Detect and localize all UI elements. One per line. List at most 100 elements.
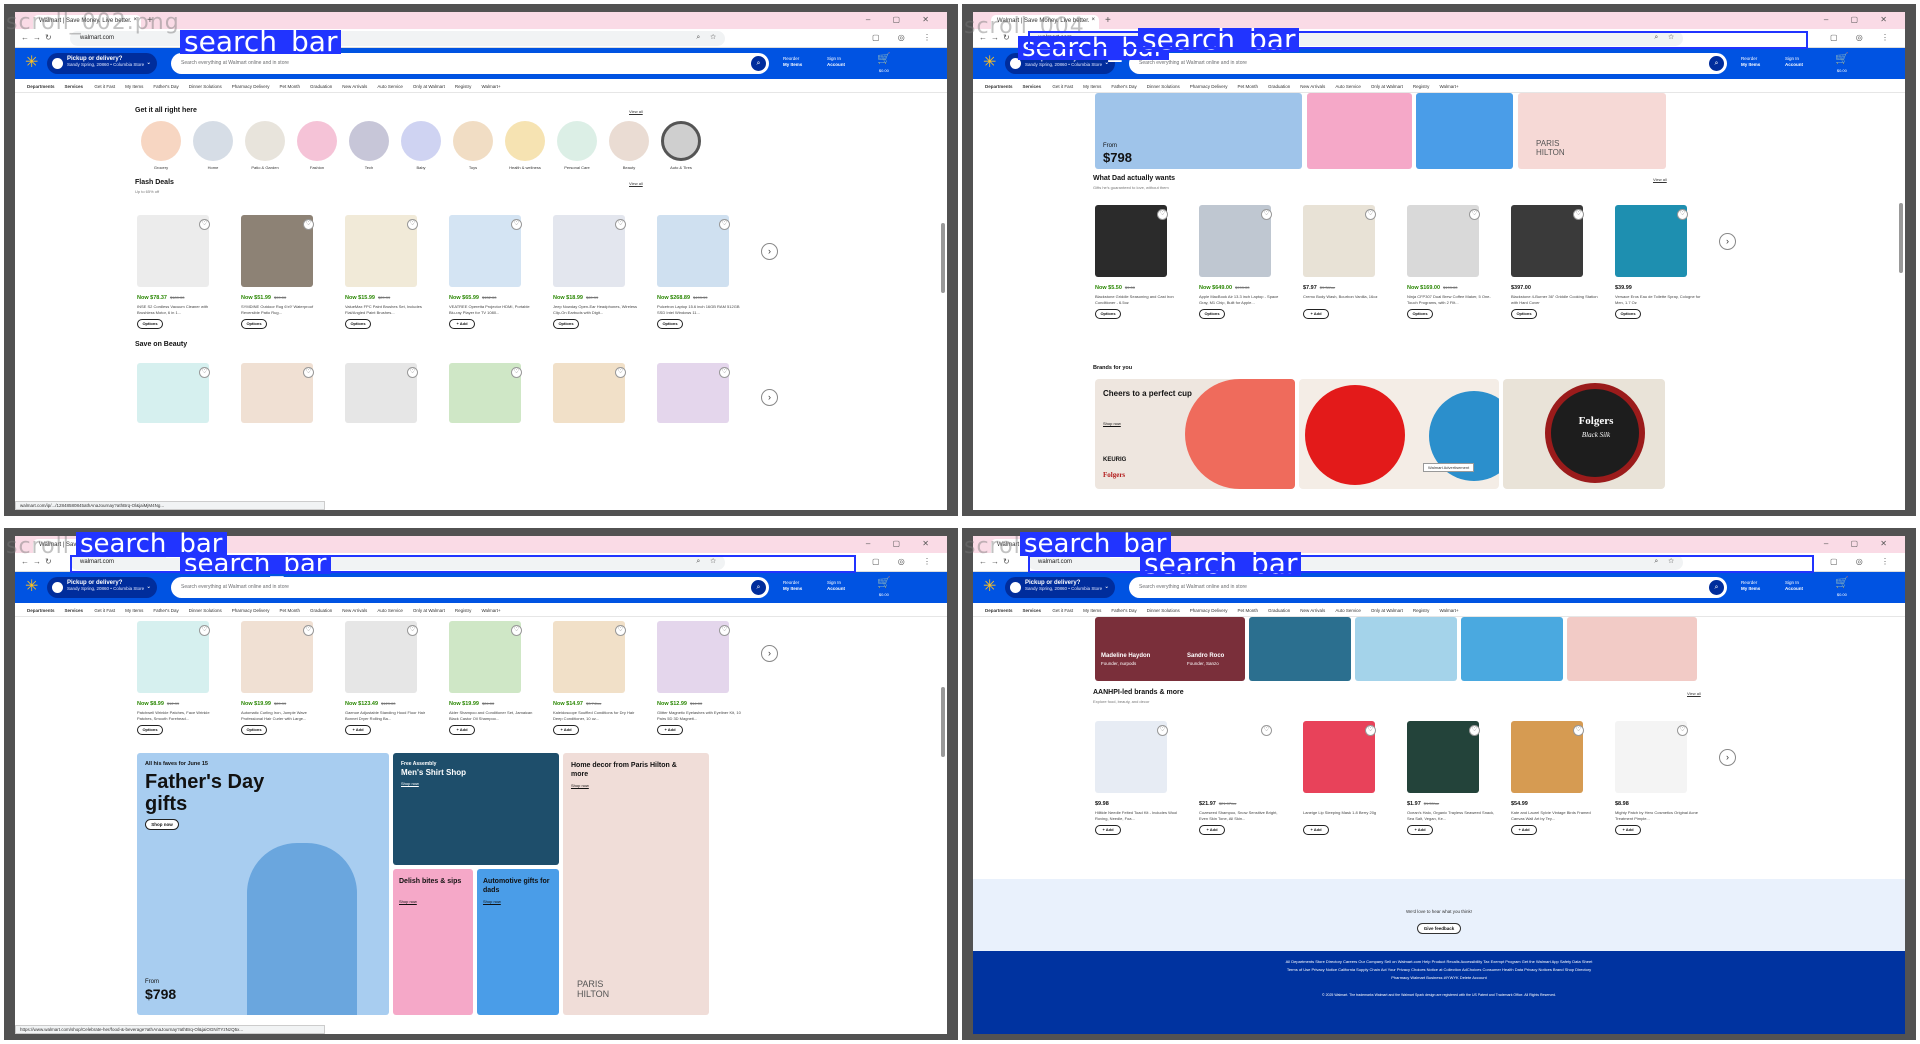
account-link[interactable]: Sign In Account	[827, 580, 845, 592]
heart-icon[interactable]: ♡	[1261, 725, 1272, 736]
product-card[interactable]: ♡ Now $15.99 $29.99 ValueMax FPC Paint Brus…	[345, 215, 433, 345]
reorder-link[interactable]: Reorder My Items	[783, 580, 802, 592]
nav-link[interactable]: Auto Service	[377, 84, 403, 89]
heart-icon[interactable]: ♡	[511, 219, 522, 230]
nav-link[interactable]: My Items	[1083, 608, 1101, 613]
nav-link[interactable]: New Arrivals	[1300, 608, 1325, 613]
product-card[interactable]: ♡ $39.99 Versace Eros Eau de Toilette Spra…	[1615, 205, 1703, 335]
product-card[interactable]: ♡ Now $169.00 $199.00 Ninja CFP307 Dual Bre…	[1407, 205, 1495, 335]
nav-link[interactable]: My Items	[1083, 84, 1101, 89]
browser-menu-icon[interactable]: ▢ ◎ ⋮	[1830, 557, 1897, 566]
product-card[interactable]: ♡ Now $8.99 $12.99 Patchwell Wrinkle Patche…	[137, 621, 225, 751]
cart-icon[interactable]: 🛒 $0.00	[877, 578, 891, 600]
nav-link[interactable]: Walmart+	[481, 608, 500, 613]
add-button[interactable]: + Add	[553, 725, 579, 735]
add-button[interactable]: + Add	[1303, 825, 1329, 835]
scrollbar[interactable]	[941, 687, 945, 757]
heart-icon[interactable]: ♡	[407, 625, 418, 636]
account-link[interactable]: Sign In Account	[1785, 56, 1803, 68]
nav-link[interactable]: My Items	[125, 84, 143, 89]
heart-icon[interactable]: ♡	[719, 219, 730, 230]
heart-icon[interactable]: ♡	[407, 367, 418, 378]
carousel-next-icon[interactable]: ›	[761, 243, 778, 260]
services-menu[interactable]: Services	[65, 608, 84, 613]
walmart-spark-icon[interactable]: ✳	[983, 55, 996, 71]
services-menu[interactable]: Services	[65, 84, 84, 89]
nav-link[interactable]: New Arrivals	[342, 84, 367, 89]
reorder-link[interactable]: Reorder My Items	[783, 56, 802, 68]
carousel-next-icon[interactable]: ›	[1719, 233, 1736, 250]
add-button[interactable]: + Add	[449, 725, 475, 735]
category-health[interactable]: Health & wellness	[505, 121, 545, 176]
category-toys[interactable]: Toys	[453, 121, 493, 176]
nav-link[interactable]: Graduation	[310, 84, 332, 89]
search-icon[interactable]: ⌕	[751, 580, 766, 595]
scrollbar[interactable]	[941, 223, 945, 293]
heart-icon[interactable]: ♡	[199, 625, 210, 636]
promo-tile-paris[interactable]: PARIS HILTON	[1518, 93, 1666, 169]
product-card[interactable]: ♡ Now $268.89 $499.99 Pulcetron Laptop 15.6…	[657, 215, 745, 345]
give-feedback-button[interactable]: Give feedback	[1417, 923, 1461, 934]
product-card[interactable]: ♡ Now $19.99 $29.99 Automatic Curling Iron,…	[241, 621, 329, 751]
new-tab-icon[interactable]: +	[1105, 15, 1111, 26]
nav-link[interactable]: Pharmacy Delivery	[1190, 84, 1228, 89]
product-card[interactable]: ♡	[553, 363, 641, 493]
product-card[interactable]: ♡ Now $51.99 $99.00 SYMDINE Outdoor Rug 6'x…	[241, 215, 329, 345]
nav-link[interactable]: Pharmacy Delivery	[232, 84, 270, 89]
window-controls[interactable]: – ▢ ✕	[866, 15, 939, 24]
heart-icon[interactable]: ♡	[511, 625, 522, 636]
nav-link[interactable]: Father's Day	[153, 608, 178, 613]
promo-tile-fathers-day[interactable]: From $798	[1095, 93, 1302, 169]
walmart-spark-icon[interactable]: ✳	[25, 579, 38, 595]
window-controls[interactable]: – ▢ ✕	[1824, 15, 1897, 24]
services-menu[interactable]: Services	[1023, 608, 1042, 613]
nav-link[interactable]: Get it Fast	[94, 608, 115, 613]
heart-icon[interactable]: ♡	[1573, 209, 1584, 220]
product-card[interactable]: ♡	[657, 363, 745, 493]
product-card[interactable]: ♡ Laneige Lip Sleeping Mask 1.8 Berry 20g…	[1303, 721, 1391, 851]
departments-menu[interactable]: Departments	[27, 84, 55, 89]
shop-now-button[interactable]: Shop now	[145, 819, 179, 830]
nav-link[interactable]: My Items	[125, 608, 143, 613]
category-tech[interactable]: Tech	[349, 121, 389, 176]
promo-pillow[interactable]	[1249, 617, 1351, 681]
nav-link[interactable]: New Arrivals	[342, 608, 367, 613]
view-all-link[interactable]: View all	[1653, 177, 1667, 182]
carousel-next-icon[interactable]: ›	[761, 645, 778, 662]
product-card[interactable]: ♡ Now $65.99 $132.00 VEATREE Operetta Proje…	[449, 215, 537, 345]
promo-founders[interactable]: Madeline Haydon Founder, nurpods Sandro …	[1095, 617, 1245, 681]
cart-icon[interactable]: 🛒 $0.00	[1835, 578, 1849, 600]
browser-menu-icon[interactable]: ▢ ◎ ⋮	[872, 557, 939, 566]
promo-tile-drinks[interactable]	[1307, 93, 1412, 169]
product-card[interactable]: ♡	[345, 363, 433, 493]
add-button[interactable]: + Add	[657, 725, 683, 735]
product-card[interactable]: ♡ Now $12.99 $14.00 Glitter Magnetic Eyelas…	[657, 621, 745, 751]
view-all-link[interactable]: View all	[629, 181, 643, 186]
nav-link[interactable]: Only at Walmart	[1371, 84, 1403, 89]
heart-icon[interactable]: ♡	[199, 367, 210, 378]
browser-menu-icon[interactable]: ▢ ◎ ⋮	[872, 33, 939, 42]
nav-link[interactable]: Only at Walmart	[1371, 608, 1403, 613]
add-button[interactable]: + Add	[1095, 825, 1121, 835]
promo-automotive[interactable]: Automotive gifts for dads Shop now	[477, 869, 559, 1015]
carousel-next-icon[interactable]: ›	[1719, 749, 1736, 766]
options-button[interactable]: Options	[1095, 309, 1121, 319]
search-input[interactable]: Search everything at Walmart online and …	[1129, 577, 1727, 598]
nav-link[interactable]: Pet Month	[1238, 608, 1259, 613]
nav-link[interactable]: Auto Service	[1335, 608, 1361, 613]
add-button[interactable]: + Add	[1199, 825, 1225, 835]
category-grocery[interactable]: Grocery	[141, 121, 181, 176]
pickup-selector[interactable]: Pickup or delivery?Sandy Spring, 20860 •…	[1005, 577, 1115, 598]
product-card[interactable]: ♡ $21.97 $21.97/oz Cozeseed Shampoo, Snow S…	[1199, 721, 1287, 851]
options-button[interactable]: Options	[553, 319, 579, 329]
walmart-spark-icon[interactable]: ✳	[25, 55, 38, 71]
scrollbar[interactable]	[1899, 203, 1903, 273]
nav-link[interactable]: Get it Fast	[94, 84, 115, 89]
heart-icon[interactable]: ♡	[1261, 209, 1272, 220]
category-fashion[interactable]: Fashion	[297, 121, 337, 176]
product-card[interactable]: ♡ Now $123.49 $129.00 Gaenoe Adjustable Sta…	[345, 621, 433, 751]
promo-potting[interactable]	[1355, 617, 1457, 681]
departments-menu[interactable]: Departments	[27, 608, 55, 613]
category-auto[interactable]: Auto & Tires	[661, 121, 701, 176]
nav-link[interactable]: Registry	[455, 608, 472, 613]
